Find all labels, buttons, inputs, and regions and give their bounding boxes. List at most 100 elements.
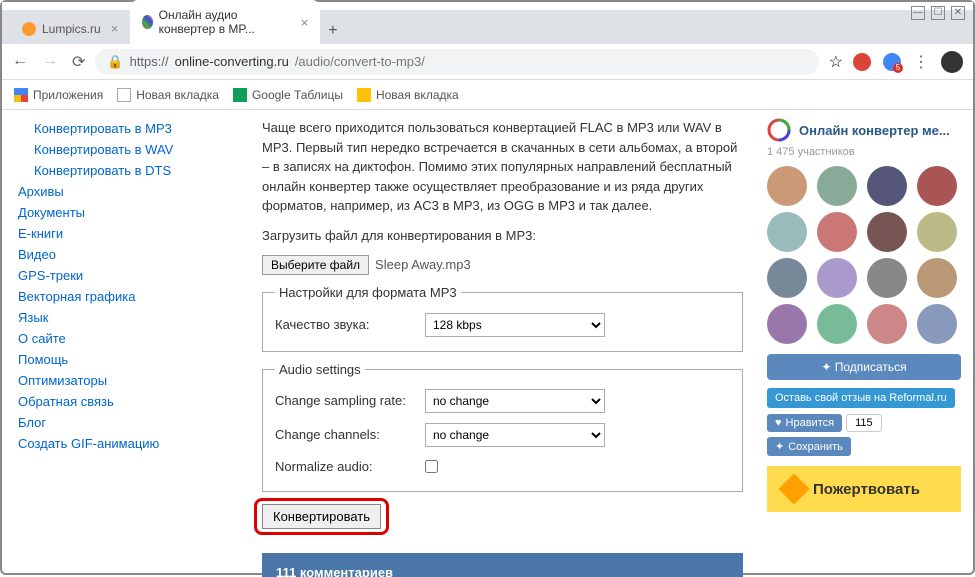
sidebar-link[interactable]: GPS-треки: [18, 265, 212, 286]
menu-icon[interactable]: ⋮: [913, 52, 929, 72]
close-tab-icon[interactable]: ×: [111, 21, 119, 36]
member-avatar[interactable]: [817, 166, 857, 206]
channels-label: Change channels:: [275, 425, 425, 445]
bookmark-item[interactable]: Новая вкладка: [117, 88, 219, 102]
tab-title: Онлайн аудио конвертер в MP...: [159, 8, 291, 36]
member-avatar[interactable]: [817, 258, 857, 298]
sidebar-link[interactable]: О сайте: [18, 328, 212, 349]
quality-select[interactable]: 128 kbps: [425, 313, 605, 337]
browser-tab-lumpics[interactable]: Lumpics.ru ×: [10, 13, 130, 44]
sheets-icon: [233, 88, 247, 102]
sidebar-link[interactable]: Конвертировать в DTS: [18, 160, 212, 181]
member-avatar[interactable]: [817, 304, 857, 344]
close-tab-icon[interactable]: ×: [301, 15, 309, 30]
convert-button[interactable]: Конвертировать: [262, 504, 381, 529]
page-icon: [357, 88, 371, 102]
member-avatar[interactable]: [917, 258, 957, 298]
apps-button[interactable]: Приложения: [14, 88, 103, 102]
sidebar-link[interactable]: Конвертировать в WAV: [18, 139, 212, 160]
sampling-select[interactable]: no change: [425, 389, 605, 413]
sidebar-link[interactable]: Документы: [18, 202, 212, 223]
sampling-label: Change sampling rate:: [275, 391, 425, 411]
fieldset-legend: Настройки для формата MP3: [275, 283, 461, 303]
donate-button[interactable]: Пожертвовать: [767, 466, 961, 512]
choose-file-button[interactable]: Выберите файл: [262, 255, 369, 275]
sidebar-link[interactable]: Векторная графика: [18, 286, 212, 307]
vk-icon: ✦: [821, 360, 834, 374]
normalize-checkbox[interactable]: [425, 460, 438, 473]
sidebar-link[interactable]: Помощь: [18, 349, 212, 370]
fieldset-legend: Audio settings: [275, 360, 365, 380]
sidebar-link[interactable]: Конвертировать в MP3: [18, 118, 212, 139]
sidebar-link[interactable]: Блог: [18, 412, 212, 433]
vk-subscribe-button[interactable]: ✦ Подписаться: [767, 354, 961, 380]
avatar-grid: [767, 166, 961, 344]
sidebar-link[interactable]: Обратная связь: [18, 391, 212, 412]
sidebar-link[interactable]: Оптимизаторы: [18, 370, 212, 391]
maximize-button[interactable]: ☐: [931, 6, 945, 20]
member-avatar[interactable]: [867, 258, 907, 298]
url-protocol: https://: [130, 54, 169, 69]
favicon: [22, 22, 36, 36]
yandex-money-icon: [778, 473, 809, 504]
description-text: Чаще всего приходится пользоваться конве…: [262, 118, 743, 216]
audio-settings-fieldset: Audio settings Change sampling rate: no …: [262, 360, 743, 492]
member-avatar[interactable]: [817, 212, 857, 252]
bookmark-star-icon[interactable]: ☆: [829, 52, 843, 72]
new-tab-button[interactable]: +: [320, 18, 345, 44]
member-avatar[interactable]: [767, 258, 807, 298]
sidebar-link[interactable]: Язык: [18, 307, 212, 328]
member-avatar[interactable]: [867, 304, 907, 344]
sidebar-link[interactable]: Создать GIF-анимацию: [18, 433, 212, 454]
mp3-settings-fieldset: Настройки для формата MP3 Качество звука…: [262, 283, 743, 352]
forward-button[interactable]: →: [42, 52, 58, 72]
url-host: online-converting.ru: [175, 54, 289, 69]
comments-header[interactable]: 111 комментариев: [262, 553, 743, 577]
member-avatar[interactable]: [917, 166, 957, 206]
bookmarks-bar: Приложения Новая вкладка Google Таблицы …: [2, 80, 973, 110]
member-avatar[interactable]: [917, 212, 957, 252]
window-controls: — ☐ ✕: [911, 6, 965, 20]
bookmark-item[interactable]: Новая вкладка: [357, 88, 459, 102]
sidebar-nav: Конвертировать в MP3Конвертировать в WAV…: [2, 110, 212, 577]
address-bar: ← → ⟳ 🔒 https:// online-converting.ru/aud…: [2, 44, 973, 80]
extension-icon[interactable]: [853, 53, 871, 71]
back-button[interactable]: ←: [12, 52, 28, 72]
favicon: [142, 15, 152, 29]
lock-icon: 🔒: [107, 54, 123, 70]
main-content: Чаще всего приходится пользоваться конве…: [212, 110, 763, 577]
tab-title: Lumpics.ru: [42, 22, 101, 36]
vk-widget-header[interactable]: Онлайн конвертер ме...: [767, 118, 961, 142]
member-avatar[interactable]: [767, 304, 807, 344]
browser-tab-active[interactable]: Онлайн аудио конвертер в MP... ×: [130, 0, 320, 44]
page-icon: [117, 88, 131, 102]
normalize-label: Normalize audio:: [275, 457, 425, 477]
url-path: /audio/convert-to-mp3/: [295, 54, 425, 69]
quality-label: Качество звука:: [275, 315, 425, 335]
selected-filename: Sleep Away.mp3: [375, 255, 471, 275]
url-input[interactable]: 🔒 https:// online-converting.ru/audio/con…: [95, 49, 818, 75]
bookmark-item[interactable]: Google Таблицы: [233, 88, 343, 102]
minimize-button[interactable]: —: [911, 6, 925, 20]
sidebar-link[interactable]: Архивы: [18, 181, 212, 202]
extension-icon[interactable]: 5: [883, 53, 901, 71]
reload-button[interactable]: ⟳: [72, 52, 85, 72]
member-avatar[interactable]: [867, 166, 907, 206]
member-avatar[interactable]: [767, 166, 807, 206]
reformal-link[interactable]: Оставь свой отзыв на Reformal.ru: [767, 388, 955, 408]
widget-logo-icon: [767, 118, 791, 142]
like-count: 115: [846, 414, 882, 432]
upload-label: Загрузить файл для конвертирования в MP3…: [262, 226, 743, 246]
right-sidebar: Онлайн конвертер ме... 1 475 участников …: [763, 110, 973, 577]
member-avatar[interactable]: [867, 212, 907, 252]
like-button[interactable]: ♥ Нравится: [767, 414, 842, 432]
close-window-button[interactable]: ✕: [951, 6, 965, 20]
apps-icon: [14, 88, 28, 102]
profile-avatar[interactable]: [941, 51, 963, 73]
channels-select[interactable]: no change: [425, 423, 605, 447]
member-avatar[interactable]: [767, 212, 807, 252]
sidebar-link[interactable]: Е-книги: [18, 223, 212, 244]
vk-save-button[interactable]: ✦ Сохранить: [767, 437, 851, 456]
sidebar-link[interactable]: Видео: [18, 244, 212, 265]
member-avatar[interactable]: [917, 304, 957, 344]
